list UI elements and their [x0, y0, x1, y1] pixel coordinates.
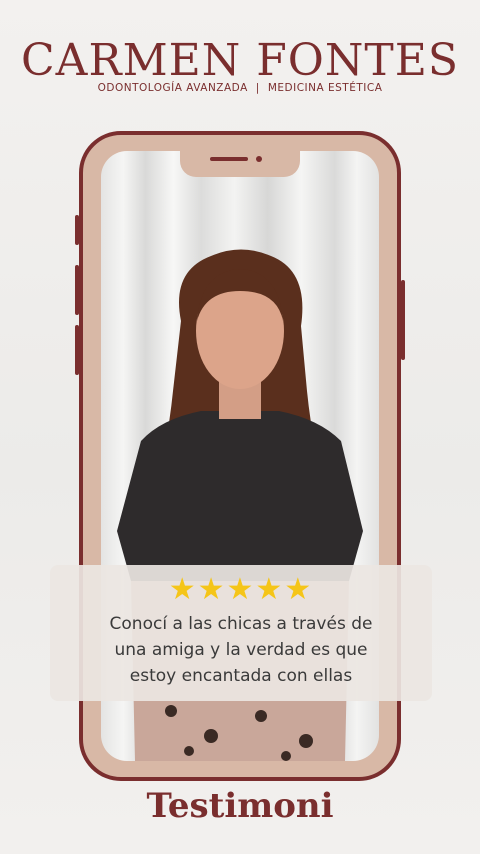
tagline-separator: | — [255, 82, 260, 94]
review-line: estoy encantada con ellas — [129, 666, 353, 686]
brand-tagline: ODONTOLOGÍA AVANZADA | MEDICINA ESTÉTICA — [0, 81, 480, 95]
tagline-left: ODONTOLOGÍA AVANZADA — [97, 82, 248, 94]
camera-icon — [256, 156, 262, 162]
review-card: ★★★★★ Conocí a las chicas a través de un… — [50, 565, 432, 701]
brand-title: CARMEN FONTES — [21, 35, 459, 86]
phone-side-button — [401, 280, 405, 360]
review-line: Conocí a las chicas a través de — [109, 614, 373, 634]
review-quote: Conocí a las chicas a través de una amig… — [60, 611, 422, 689]
testimonial-heading: Testimoni — [146, 786, 334, 826]
tagline-right: MEDICINA ESTÉTICA — [267, 82, 383, 94]
review-line: una amiga y la verdad es que — [114, 640, 368, 660]
star-rating-icon: ★★★★★ — [168, 573, 314, 606]
phone-notch — [180, 151, 300, 177]
speaker-icon — [210, 157, 248, 161]
